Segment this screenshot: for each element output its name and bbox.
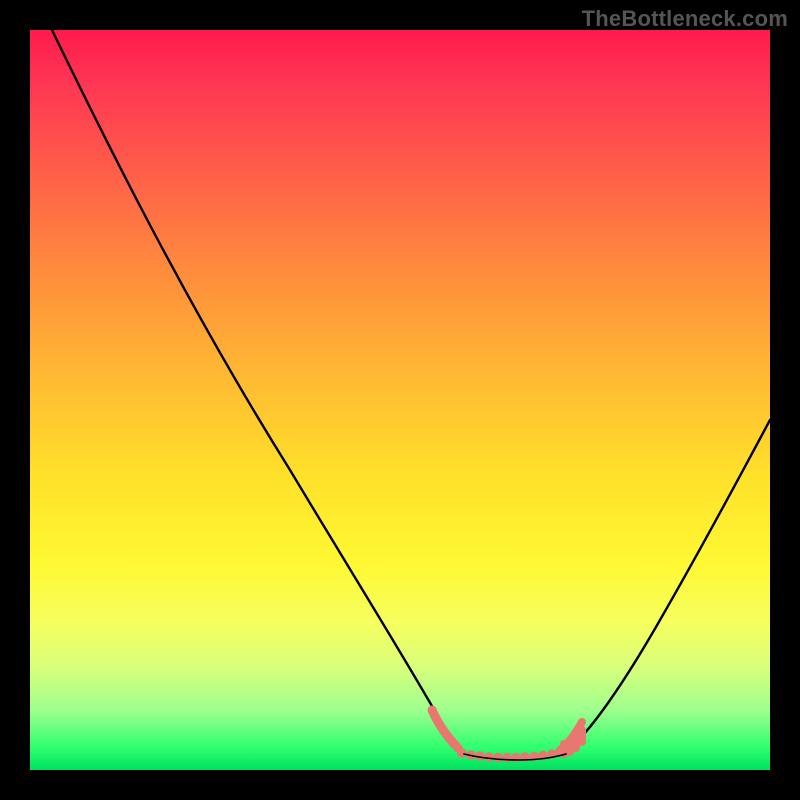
plot-area [30, 30, 770, 770]
watermark-text: TheBottleneck.com [582, 6, 788, 32]
chart-frame: TheBottleneck.com [0, 0, 800, 800]
curve-overlay [30, 30, 770, 770]
pink-segment-left [432, 710, 458, 748]
left-curve [52, 30, 464, 754]
right-curve [574, 420, 770, 744]
